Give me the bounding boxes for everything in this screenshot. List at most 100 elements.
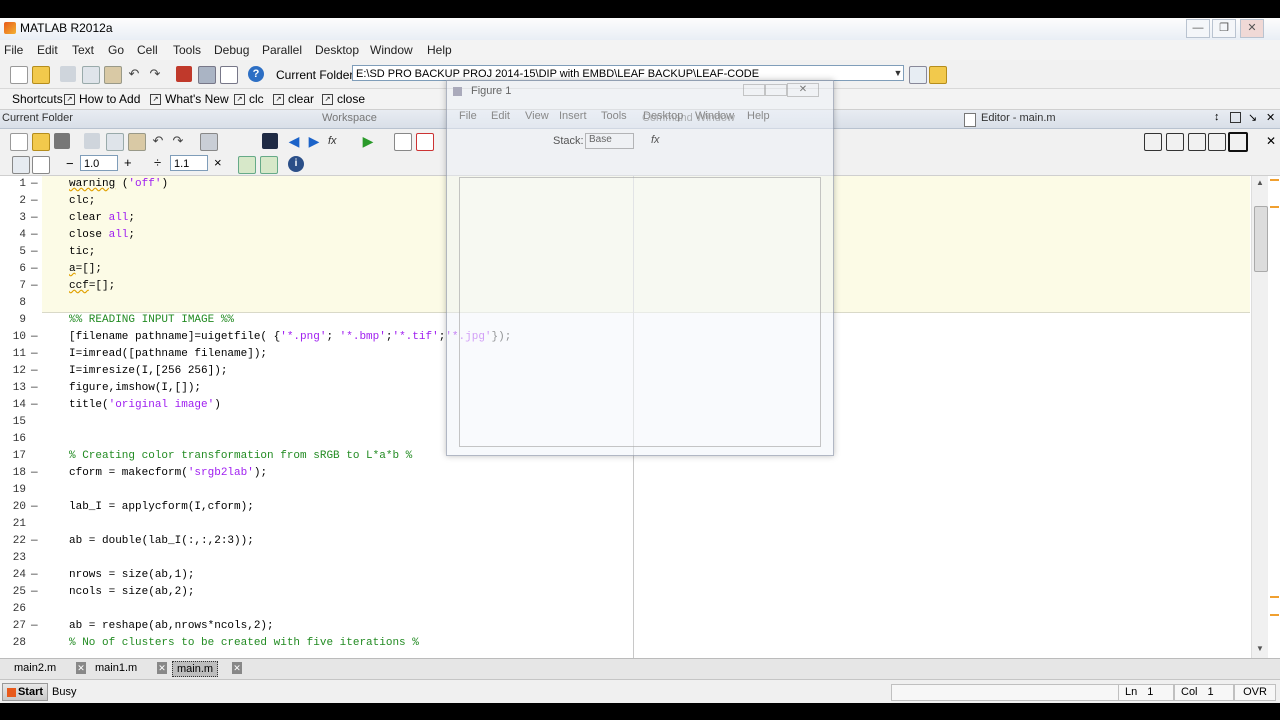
shortcut-close[interactable]: ↗ close [322, 92, 365, 106]
figure-close-button[interactable]: ✕ [787, 83, 819, 97]
help-icon[interactable]: ? [248, 66, 264, 82]
code-line-27[interactable]: ab = reshape(ab,nrows*ncols,2); [69, 620, 274, 632]
code-line-28[interactable]: % No of clusters to be created with five… [69, 637, 419, 649]
breakpoint-dash[interactable]: — [31, 331, 38, 343]
info-icon[interactable]: i [288, 156, 304, 172]
close-window-button[interactable]: ✕ [1240, 19, 1264, 38]
minimize-button[interactable]: — [1186, 19, 1210, 38]
code-line-20[interactable]: lab_I = applycform(I,cform); [69, 501, 254, 513]
undo-icon[interactable]: ↶ [150, 133, 166, 149]
figure-axes-area[interactable] [459, 177, 821, 447]
code-line-17[interactable]: % Creating color transformation from sRG… [69, 450, 412, 462]
increment-value-input[interactable]: 1.0 [80, 155, 118, 171]
menu-file[interactable]: File [4, 43, 23, 57]
close-tab-icon[interactable]: ✕ [232, 662, 242, 674]
profiler-icon[interactable] [220, 66, 238, 84]
figure-menu-insert[interactable]: Insert [559, 110, 587, 122]
evaluate-cell-icon[interactable] [238, 156, 256, 174]
breakpoint-dash[interactable]: — [31, 365, 38, 377]
simulink-icon[interactable] [176, 66, 192, 82]
up-folder-icon[interactable] [929, 66, 947, 84]
float-icon[interactable] [1208, 133, 1226, 151]
menu-tools[interactable]: Tools [173, 43, 201, 57]
open-file-icon[interactable] [32, 133, 50, 151]
breakpoint-dash[interactable]: — [31, 569, 38, 581]
tile-grid-icon[interactable] [1144, 133, 1162, 151]
figure-stack-select[interactable]: Base [585, 133, 634, 149]
menu-parallel[interactable]: Parallel [262, 43, 302, 57]
tile-columns-icon[interactable] [1166, 133, 1184, 151]
pin-icon[interactable]: ↕ [1214, 111, 1220, 123]
new-file-icon[interactable] [10, 66, 28, 84]
browse-folder-icon[interactable] [909, 66, 927, 84]
guide-icon[interactable] [198, 66, 216, 84]
breakpoint-dash[interactable]: — [31, 246, 38, 258]
cell-divider-icon[interactable] [32, 156, 50, 174]
current-folder-input[interactable]: E:\SD PRO BACKUP PROJ 2014-15\DIP with E… [352, 65, 904, 81]
close-tab-icon[interactable]: ✕ [157, 662, 167, 674]
undock-icon[interactable] [1230, 112, 1241, 123]
breakpoint-clear-icon[interactable] [416, 133, 434, 151]
undo-icon[interactable]: ↶ [126, 66, 142, 82]
code-line-24[interactable]: nrows = size(ab,1); [69, 569, 194, 581]
tab-editor-main[interactable]: Editor - main.m [981, 112, 1056, 124]
scroll-down-icon[interactable]: ▼ [1256, 644, 1264, 653]
code-line-7[interactable]: ccf=[]; [69, 280, 115, 292]
back-arrow-icon[interactable]: ◀ [286, 133, 302, 149]
menu-cell[interactable]: Cell [137, 43, 158, 57]
close-tab-icon[interactable]: ✕ [76, 662, 86, 674]
code-line-14[interactable]: title('original image') [69, 399, 221, 411]
figure-menu-view[interactable]: View [525, 110, 549, 122]
code-line-4[interactable]: close all; [69, 229, 135, 241]
breakpoint-dash[interactable]: — [31, 382, 38, 394]
redo-icon[interactable]: ↷ [170, 133, 186, 149]
paste-icon[interactable] [128, 133, 146, 151]
code-line-2[interactable]: clc; [69, 195, 95, 207]
open-folder-icon[interactable] [32, 66, 50, 84]
figure-menu-file[interactable]: File [459, 110, 477, 122]
shortcut-clear[interactable]: ↗ clear [273, 92, 314, 106]
save-icon[interactable] [54, 133, 70, 149]
breakpoint-dash[interactable]: — [31, 229, 38, 241]
tile-rows-icon[interactable] [1188, 133, 1206, 151]
close-panel-icon[interactable]: ✕ [1266, 111, 1275, 124]
increment-button[interactable]: + [124, 155, 132, 170]
shortcut-how-to-add[interactable]: ↗ How to Add [64, 92, 140, 106]
tab-workspace[interactable]: Workspace [322, 112, 377, 124]
code-line-5[interactable]: tic; [69, 246, 95, 258]
find-binoculars-icon[interactable] [262, 133, 278, 149]
menu-debug[interactable]: Debug [214, 43, 249, 57]
start-button[interactable]: Start [2, 683, 48, 701]
code-line-9[interactable]: %% READING INPUT IMAGE %% [69, 314, 234, 326]
evaluate-advance-icon[interactable] [260, 156, 278, 174]
code-line-18[interactable]: cform = makecform('srgb2lab'); [69, 467, 267, 479]
dock-arrow-icon[interactable]: ↘ [1248, 111, 1257, 124]
forward-arrow-icon[interactable]: ▶ [306, 133, 322, 149]
warning-marker[interactable] [1270, 596, 1279, 598]
menu-desktop[interactable]: Desktop [315, 43, 359, 57]
breakpoint-dash[interactable]: — [31, 399, 38, 411]
decrement-button[interactable]: − [66, 156, 74, 171]
redo-icon[interactable]: ↷ [147, 66, 163, 82]
file-tab-main1[interactable]: main1.m [95, 662, 137, 674]
code-line-3[interactable]: clear all; [69, 212, 135, 224]
figure-maximize-button[interactable] [765, 84, 787, 96]
code-line-6[interactable]: a=[]; [69, 263, 102, 275]
chevron-down-icon[interactable]: ▼ [893, 66, 903, 80]
figure-menu-window[interactable]: Window [695, 110, 734, 122]
run-icon[interactable]: ▶ [360, 133, 376, 149]
shortcut-whats-new[interactable]: ↗ What's New [150, 92, 229, 106]
menu-window[interactable]: Window [370, 43, 413, 57]
warning-marker[interactable] [1270, 206, 1279, 208]
file-tab-main2[interactable]: main2.m [14, 662, 56, 674]
breakpoint-dash[interactable]: — [31, 263, 38, 275]
menu-go[interactable]: Go [108, 43, 124, 57]
code-line-22[interactable]: ab = double(lab_I(:,:,2:3)); [69, 535, 254, 547]
breakpoint-dash[interactable]: — [31, 620, 38, 632]
code-line-25[interactable]: ncols = size(ab,2); [69, 586, 194, 598]
scroll-up-icon[interactable]: ▲ [1256, 178, 1264, 187]
editor-scrollbar[interactable]: ▲ ▼ [1251, 176, 1269, 658]
insert-cell-icon[interactable] [12, 156, 30, 174]
shortcuts-label[interactable]: Shortcuts [12, 92, 63, 106]
menu-text[interactable]: Text [72, 43, 94, 57]
